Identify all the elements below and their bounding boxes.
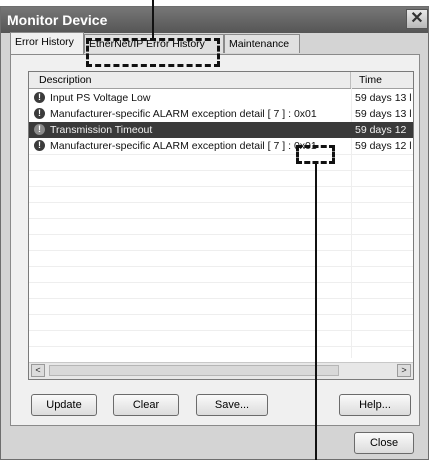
- tab-error-history[interactable]: Error History: [10, 32, 84, 54]
- tab-callout-pointer: [152, 0, 154, 38]
- row-description: Manufacturer-specific ALARM exception de…: [50, 108, 317, 120]
- error-history-list[interactable]: Description Time ! Input PS Voltage Low 59…: [28, 71, 414, 380]
- row-description: Transmission Timeout: [50, 124, 153, 136]
- row-description: Input PS Voltage Low: [50, 92, 151, 104]
- row-time: 59 days 12 l: [355, 140, 412, 152]
- empty-row-line: [29, 186, 413, 187]
- scroll-thumb[interactable]: [49, 365, 339, 376]
- list-item[interactable]: ! Manufacturer-specific ALARM exception d…: [29, 138, 413, 154]
- empty-row-line: [29, 298, 413, 299]
- empty-row-line: [29, 346, 413, 347]
- error-icon: !: [34, 92, 45, 103]
- row-description: Manufacturer-specific ALARM exception de…: [50, 140, 317, 152]
- list-rows: ! Input PS Voltage Low 59 days 13 l! Manufa…: [29, 90, 413, 154]
- empty-row-line: [29, 250, 413, 251]
- empty-row-line: [29, 218, 413, 219]
- empty-row-line: [29, 314, 413, 315]
- list-item[interactable]: ! Manufacturer-specific ALARM exception d…: [29, 106, 413, 122]
- empty-row-line: [29, 282, 413, 283]
- empty-row-line: [29, 202, 413, 203]
- save-button[interactable]: Save...: [196, 394, 268, 416]
- empty-row-line: [29, 234, 413, 235]
- horizontal-scrollbar[interactable]: < >: [29, 362, 413, 379]
- tab-callout-box: [86, 38, 220, 67]
- empty-row-line: [29, 154, 413, 155]
- title-bar: Monitor Device ✕: [1, 7, 428, 33]
- scroll-left-icon[interactable]: <: [31, 364, 45, 377]
- tab-maintenance[interactable]: Maintenance: [224, 34, 300, 53]
- empty-row-line: [29, 170, 413, 171]
- help-button[interactable]: Help...: [339, 394, 411, 416]
- window-close-icon[interactable]: ✕: [406, 9, 428, 29]
- column-header-time[interactable]: Time: [351, 72, 413, 88]
- error-icon: !: [34, 140, 45, 151]
- column-header-description[interactable]: Description: [29, 72, 351, 88]
- scroll-right-icon[interactable]: >: [397, 364, 411, 377]
- row-time: 59 days 13 l: [355, 92, 412, 104]
- clear-button[interactable]: Clear: [113, 394, 179, 416]
- error-icon: !: [34, 124, 45, 135]
- empty-row-line: [29, 266, 413, 267]
- row-time: 59 days 13 l: [355, 108, 412, 120]
- code-callout-box: [296, 145, 335, 164]
- empty-row-line: [29, 330, 413, 331]
- code-callout-pointer: [315, 164, 317, 460]
- close-button[interactable]: Close: [354, 432, 414, 454]
- list-header: Description Time: [29, 72, 413, 89]
- list-item[interactable]: ! Transmission Timeout 59 days 12: [29, 122, 413, 138]
- error-icon: !: [34, 108, 45, 119]
- list-item[interactable]: ! Input PS Voltage Low 59 days 13 l: [29, 90, 413, 106]
- window-title: Monitor Device: [7, 12, 108, 28]
- update-button[interactable]: Update: [31, 394, 97, 416]
- row-time: 59 days 12: [355, 124, 407, 136]
